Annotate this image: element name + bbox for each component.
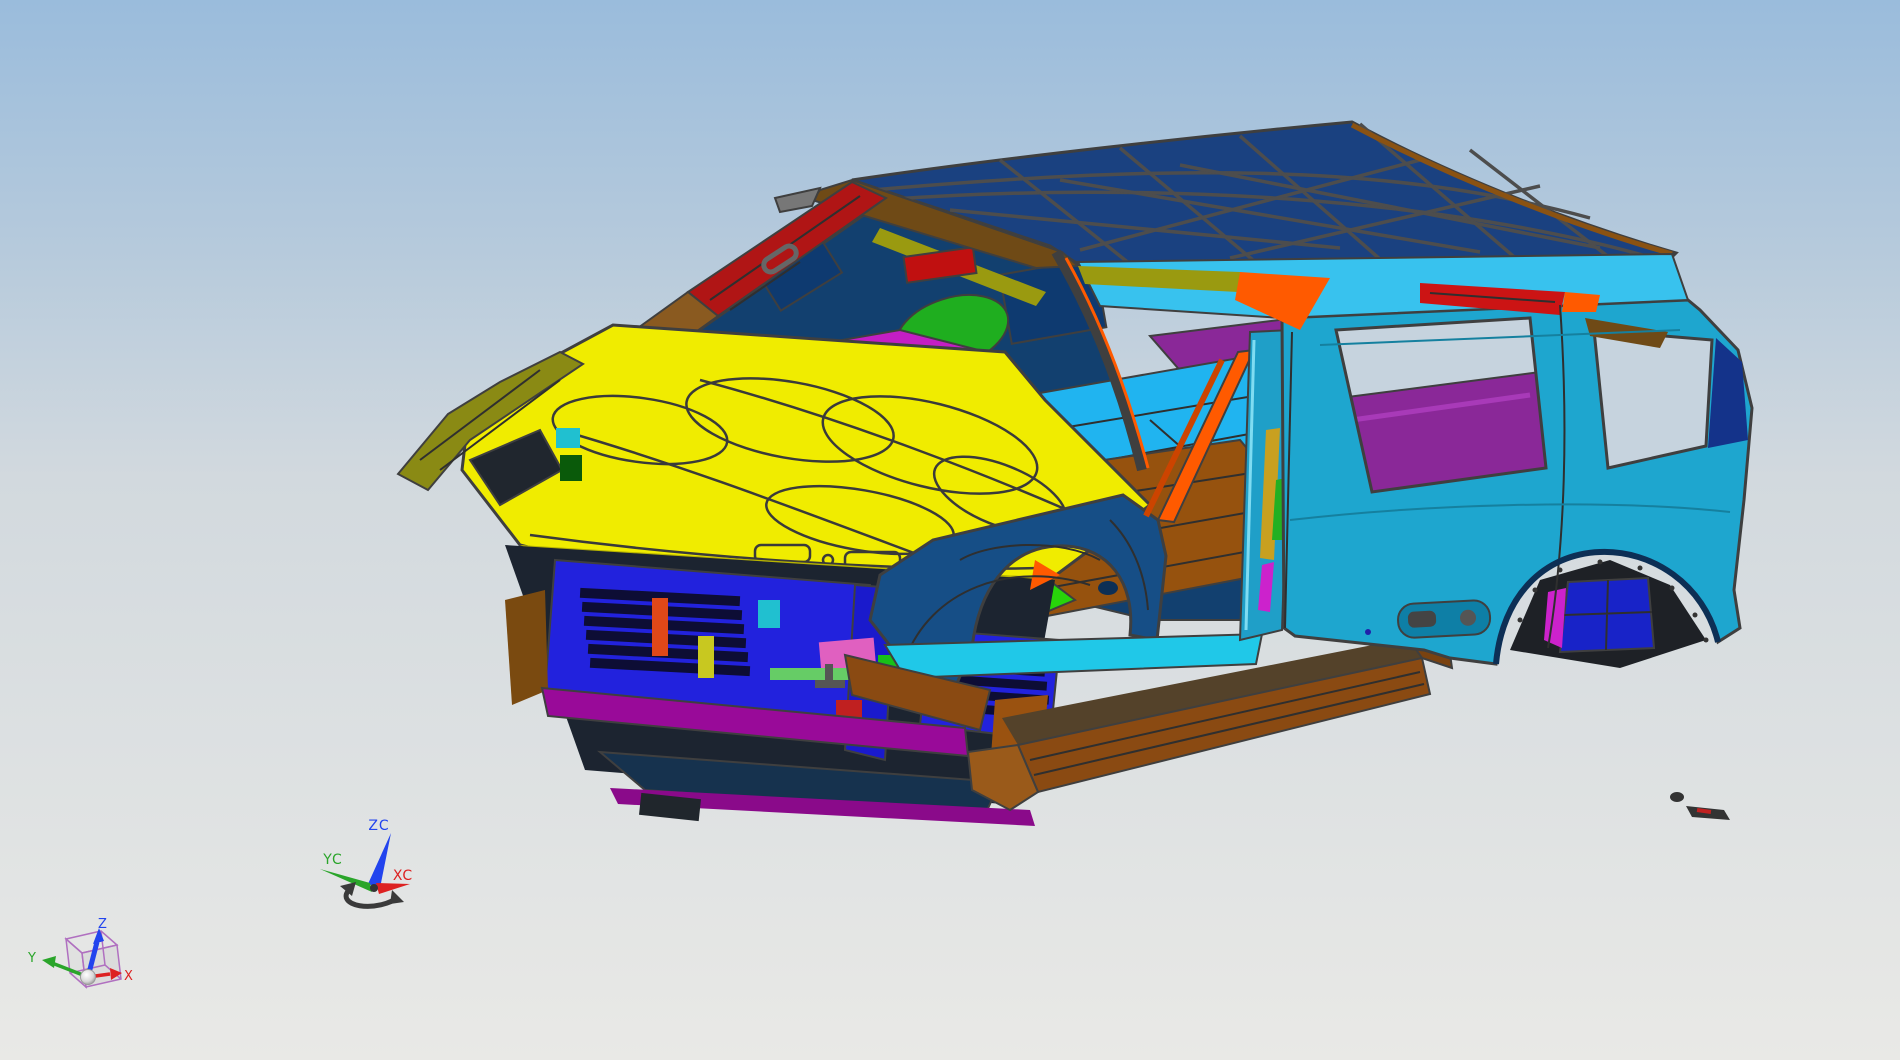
view-y-label: Y [27,951,36,966]
view-z-label: Z [98,917,107,932]
wcs-y-label: YC [322,852,343,868]
triad-origin-sphere[interactable] [80,969,96,985]
debris-bolt[interactable] [1670,792,1684,802]
wcs-x-label: XC [393,868,413,884]
wcs-z-axis[interactable] [368,833,391,888]
cad-viewport[interactable]: ZC YC XC Z Y X [0,0,1900,1060]
view-orientation-triad[interactable]: Z Y X [27,917,133,989]
wcs-z-label: ZC [368,818,389,834]
door-handle-recess[interactable] [1397,599,1492,639]
trim-orange-sliver[interactable] [1562,292,1600,312]
loose-parts[interactable] [1670,792,1730,820]
viewport-background: ZC YC XC Z Y X [0,0,1900,1060]
fender-hole [1098,581,1118,595]
car-body-model[interactable] [396,120,1754,826]
wcs-triad[interactable]: ZC YC XC [320,818,413,909]
view-x-label: X [124,969,133,984]
